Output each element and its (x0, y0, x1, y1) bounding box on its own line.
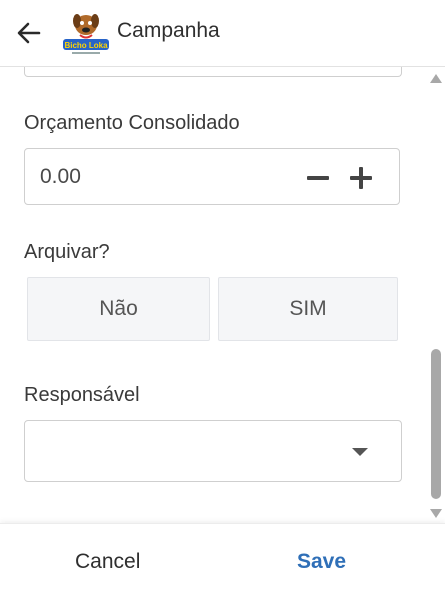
minus-icon[interactable] (305, 165, 331, 191)
cancel-button[interactable]: Cancel (75, 550, 140, 574)
budget-label: Orçamento Consolidado (24, 112, 240, 134)
action-footer: Cancel Save (0, 523, 445, 596)
owner-select[interactable] (24, 420, 402, 482)
svg-text:Bicho Loka: Bicho Loka (64, 41, 108, 50)
caret-down-icon[interactable] (352, 448, 368, 456)
archive-option-yes[interactable]: SIM (218, 277, 398, 341)
archive-option-no[interactable]: Não (27, 277, 210, 341)
app-header: Bicho Loka Campanha (0, 0, 445, 67)
form-scroll-area[interactable]: Orçamento Consolidado 0.00 Arquivar? Não… (0, 67, 445, 523)
owner-label: Responsável (24, 384, 140, 406)
plus-icon[interactable] (348, 165, 374, 191)
scrollbar-thumb[interactable] (431, 349, 441, 499)
budget-input[interactable]: 0.00 (24, 148, 400, 205)
scroll-down-arrow-icon[interactable] (430, 509, 442, 518)
arrow-left-icon[interactable] (16, 20, 42, 46)
archive-label: Arquivar? (24, 241, 110, 263)
previous-field-edge[interactable] (24, 67, 402, 77)
brand-logo: Bicho Loka (63, 14, 109, 54)
budget-value[interactable]: 0.00 (40, 165, 81, 189)
scroll-up-arrow-icon[interactable] (430, 74, 442, 83)
page-title: Campanha (117, 19, 220, 42)
save-button[interactable]: Save (297, 550, 346, 574)
